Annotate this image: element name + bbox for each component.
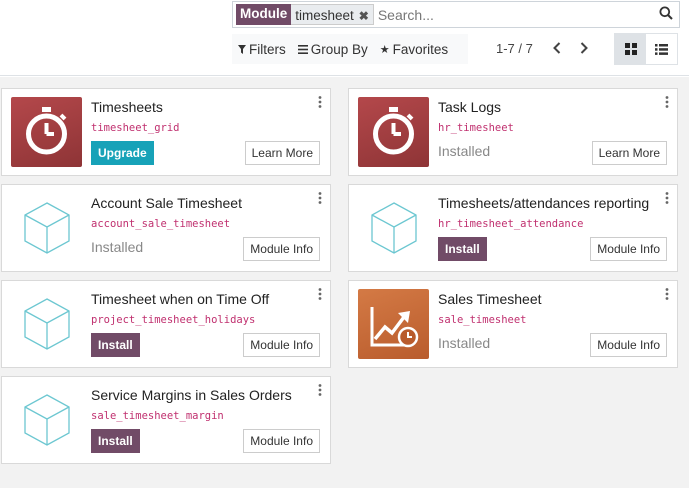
learn-more-button[interactable]: Learn More bbox=[591, 141, 667, 165]
install-button[interactable]: Install bbox=[438, 237, 487, 261]
list-view-button[interactable] bbox=[646, 34, 677, 64]
star-icon: ★ bbox=[379, 43, 390, 56]
kebab-menu-icon[interactable] bbox=[665, 192, 669, 204]
module-card[interactable]: Service Margins in Sales Orders sale_tim… bbox=[1, 376, 331, 464]
module-title: Task Logs bbox=[438, 99, 502, 115]
module-card[interactable]: Task Logs hr_timesheet Installed Learn M… bbox=[348, 88, 678, 176]
module-technical-name: timesheet_grid bbox=[91, 122, 180, 134]
group-by-label: Group By bbox=[310, 41, 368, 57]
upgrade-button[interactable]: Upgrade bbox=[91, 141, 154, 165]
kebab-menu-icon[interactable] bbox=[318, 288, 322, 300]
view-switcher bbox=[614, 33, 678, 65]
pager-value[interactable]: 1-7 / 7 bbox=[496, 41, 533, 56]
search-options: Filters Group By ★ Favorites bbox=[232, 34, 468, 64]
kebab-menu-icon[interactable] bbox=[318, 96, 322, 108]
search-icon[interactable] bbox=[659, 6, 675, 22]
cube-icon bbox=[358, 193, 429, 263]
install-button[interactable]: Install bbox=[91, 333, 140, 357]
facet-value-wrap: timesheet ✖ bbox=[291, 4, 374, 25]
module-status: Installed bbox=[438, 143, 491, 159]
module-title: Timesheet when on Time Off bbox=[91, 291, 270, 307]
module-info-button[interactable]: Module Info bbox=[590, 333, 667, 357]
install-button[interactable]: Install bbox=[91, 429, 140, 453]
module-technical-name: sale_timesheet bbox=[438, 314, 527, 326]
filters-button[interactable]: Filters bbox=[232, 42, 292, 57]
kebab-menu-icon[interactable] bbox=[318, 384, 322, 396]
module-info-button[interactable]: Module Info bbox=[243, 429, 320, 453]
module-technical-name: hr_timesheet_attendance bbox=[438, 218, 584, 230]
module-title: Sales Timesheet bbox=[438, 291, 542, 307]
group-by-button[interactable]: Group By bbox=[292, 42, 374, 57]
module-card[interactable]: Timesheets/attendances reporting hr_time… bbox=[348, 184, 678, 272]
list-view-icon bbox=[655, 43, 668, 55]
module-info-button[interactable]: Module Info bbox=[243, 237, 320, 261]
cube-icon bbox=[11, 385, 82, 455]
module-technical-name: sale_timesheet_margin bbox=[91, 410, 224, 422]
learn-more-button[interactable]: Learn More bbox=[244, 141, 320, 165]
module-title: Timesheets/attendances reporting bbox=[438, 195, 650, 211]
module-info-button[interactable]: Module Info bbox=[590, 237, 667, 261]
module-card[interactable]: Account Sale Timesheet account_sale_time… bbox=[1, 184, 331, 272]
module-card[interactable]: Timesheets timesheet_grid Upgrade Learn … bbox=[1, 88, 331, 176]
module-card[interactable]: Sales Timesheet sale_timesheet Installed… bbox=[348, 280, 678, 368]
kebab-menu-icon[interactable] bbox=[665, 288, 669, 300]
grid-icon bbox=[624, 43, 637, 55]
favorites-button[interactable]: ★ Favorites bbox=[374, 42, 454, 57]
cube-icon bbox=[11, 193, 82, 263]
module-technical-name: project_timesheet_holidays bbox=[91, 314, 256, 326]
facet-value: timesheet bbox=[295, 8, 354, 23]
control-panel: Module timesheet ✖ Filters Group By ★ Fa… bbox=[0, 0, 689, 76]
filter-icon bbox=[238, 44, 246, 54]
kanban-view-button[interactable] bbox=[615, 34, 646, 64]
module-info-button[interactable]: Module Info bbox=[243, 333, 320, 357]
module-title: Service Margins in Sales Orders bbox=[91, 387, 292, 403]
pager-next-icon[interactable] bbox=[574, 38, 594, 58]
sales-chart-icon bbox=[358, 289, 429, 359]
module-technical-name: hr_timesheet bbox=[438, 122, 514, 134]
module-card[interactable]: Timesheet when on Time Off project_times… bbox=[1, 280, 331, 368]
stopwatch-icon bbox=[358, 97, 429, 167]
stopwatch-icon bbox=[11, 97, 82, 167]
search-input[interactable] bbox=[377, 6, 658, 23]
module-technical-name: account_sale_timesheet bbox=[91, 218, 231, 230]
facet-label: Module bbox=[236, 4, 292, 25]
kebab-menu-icon[interactable] bbox=[665, 96, 669, 108]
module-status: Installed bbox=[438, 335, 491, 351]
module-title: Account Sale Timesheet bbox=[91, 195, 242, 211]
search-bar[interactable]: Module timesheet ✖ bbox=[232, 1, 680, 28]
search-facet: Module timesheet ✖ bbox=[236, 4, 374, 25]
facet-remove-icon[interactable]: ✖ bbox=[359, 9, 369, 23]
module-status: Installed bbox=[91, 239, 144, 255]
list-icon bbox=[297, 44, 308, 54]
kebab-menu-icon[interactable] bbox=[318, 192, 322, 204]
module-title: Timesheets bbox=[91, 99, 163, 115]
favorites-label: Favorites bbox=[392, 41, 449, 57]
kanban-view: Timesheets timesheet_grid Upgrade Learn … bbox=[0, 77, 689, 488]
filters-label: Filters bbox=[249, 41, 286, 57]
pager-previous-icon[interactable] bbox=[547, 38, 567, 58]
cube-icon bbox=[11, 289, 82, 359]
